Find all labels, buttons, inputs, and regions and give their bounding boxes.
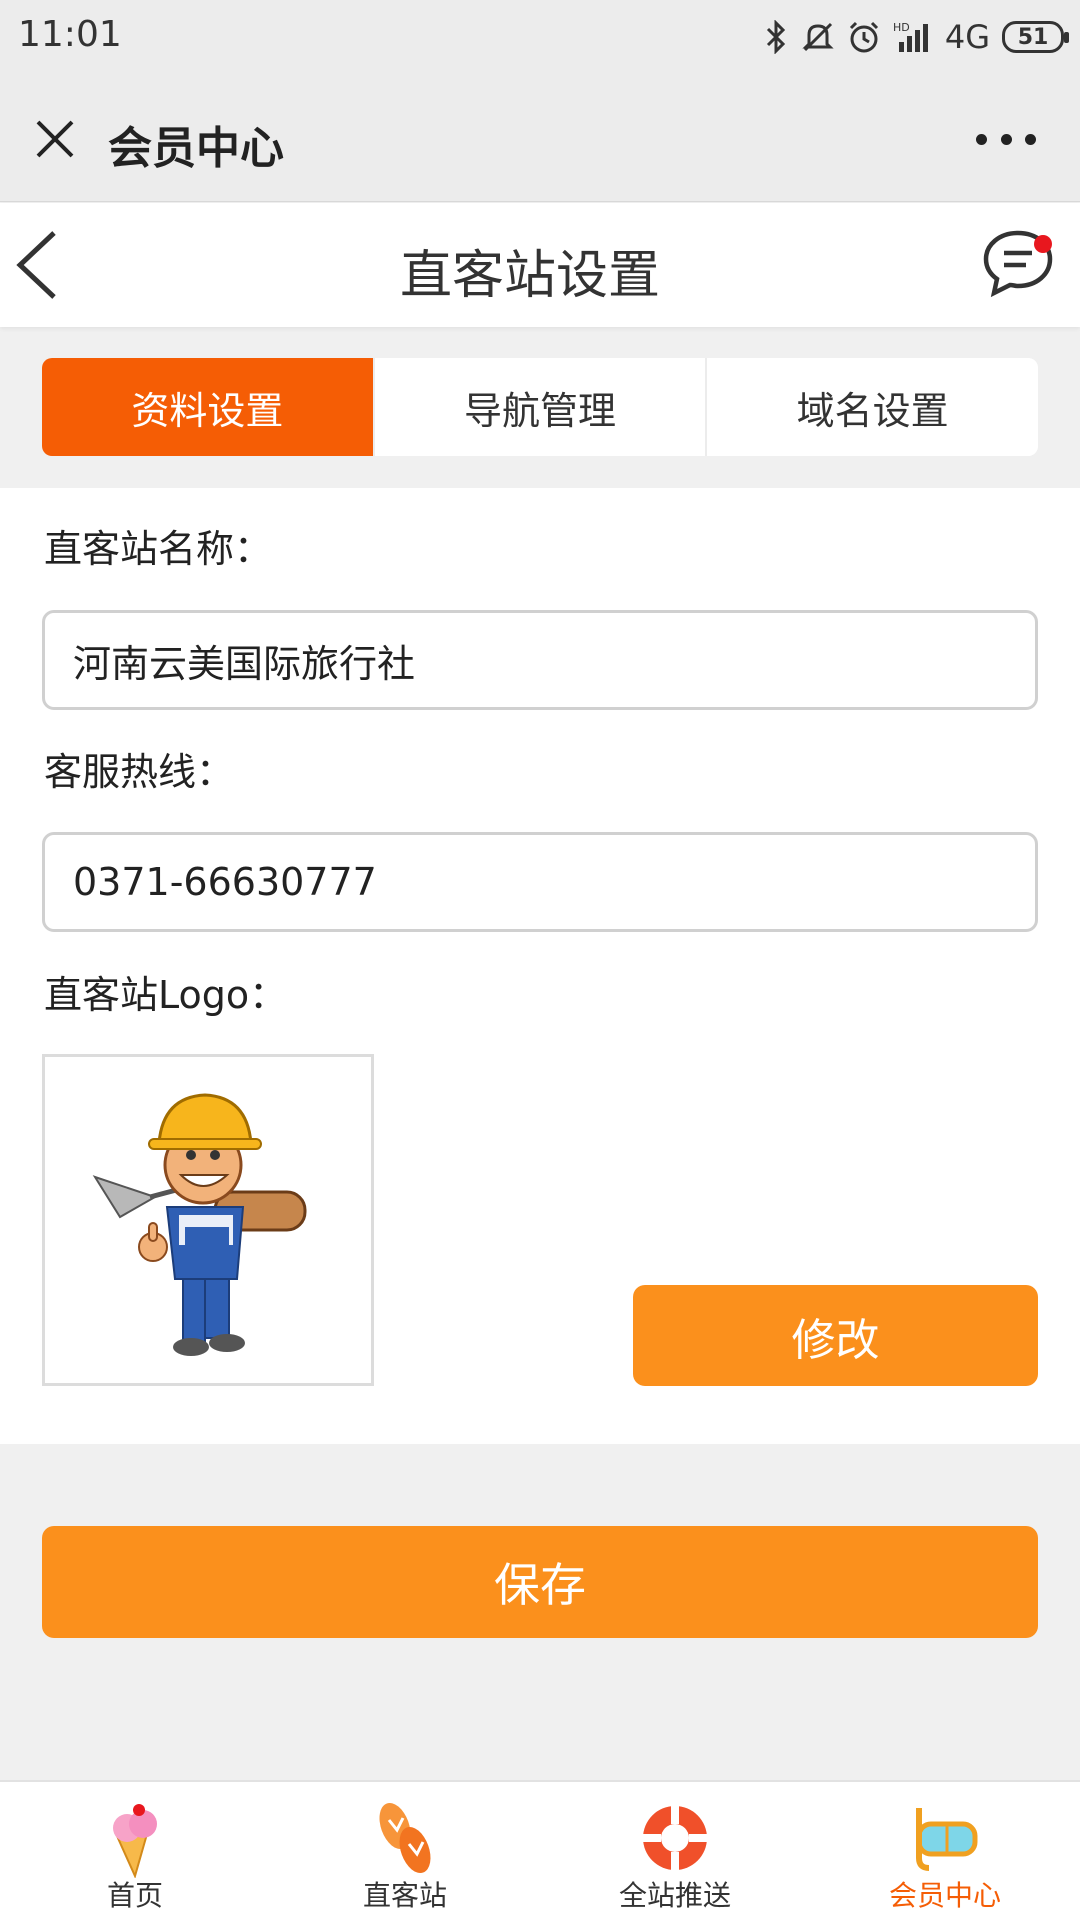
nav-label-home: 首页 [106, 1879, 163, 1912]
notification-dot [1034, 235, 1052, 253]
network-type: 4G [944, 18, 990, 56]
diving-mask-icon [916, 1808, 978, 1871]
nav-item-push[interactable]: 全站推送 [540, 1782, 810, 1920]
modify-logo-button[interactable]: 修改 [633, 1285, 1038, 1386]
hotline-label: 客服热线： [44, 750, 235, 794]
nav-label-push: 全站推送 [618, 1879, 731, 1912]
tab-profile-settings[interactable]: 资料设置 [42, 358, 373, 456]
nav-item-member-center[interactable]: 会员中心 [810, 1782, 1080, 1920]
browser-title: 会员中心 [108, 123, 284, 174]
svg-text:HD: HD [893, 21, 910, 34]
alarm-icon [847, 20, 881, 54]
flip-flops-icon [379, 1802, 431, 1874]
nav-item-direct-site[interactable]: 直客站 [270, 1782, 540, 1920]
save-button[interactable]: 保存 [42, 1526, 1038, 1638]
status-time: 11:01 [18, 14, 122, 55]
page-header: 直客站设置 [0, 203, 1080, 327]
nav-label-member-center: 会员中心 [888, 1879, 1001, 1912]
logo-preview [42, 1054, 374, 1386]
signal-icon: HD [893, 20, 933, 54]
close-icon[interactable] [30, 114, 80, 164]
cartoon-worker-logo [92, 1093, 307, 1356]
nav-item-home[interactable]: 首页 [0, 1782, 270, 1920]
site-name-field[interactable]: 河南云美国际旅行社 [42, 610, 1038, 710]
battery-level: 51 [1017, 24, 1049, 50]
hotline-field[interactable]: 0371-66630777 [42, 832, 1038, 932]
ice-cream-icon [113, 1804, 157, 1878]
tab-navigation-management[interactable]: 导航管理 [372, 358, 706, 456]
page-title: 直客站设置 [399, 246, 660, 306]
browser-bar: 会员中心 [0, 78, 1080, 202]
settings-tabs: 资料设置 导航管理 域名设置 [42, 358, 1038, 456]
logo-label: 直客站Logo： [44, 973, 288, 1017]
profile-form: 直客站名称： 河南云美国际旅行社 客服热线： 0371-66630777 直客站… [0, 488, 1080, 1444]
more-dots-icon[interactable] [976, 114, 1036, 164]
mute-bell-icon [801, 20, 835, 54]
status-icons: HD 4G 51 [763, 12, 1069, 62]
battery-icon: 51 [1002, 21, 1069, 53]
bottom-nav: 首页 直客站 全站推送 会员中心 [0, 1780, 1080, 1920]
site-name-label: 直客站名称： [44, 527, 273, 571]
bluetooth-icon [763, 20, 789, 54]
tab-domain-settings[interactable]: 域名设置 [705, 358, 1038, 456]
nav-label-direct-site: 直客站 [362, 1879, 447, 1912]
lifebuoy-icon [643, 1806, 707, 1870]
status-bar: 11:01 HD 4G 51 [0, 0, 1080, 78]
